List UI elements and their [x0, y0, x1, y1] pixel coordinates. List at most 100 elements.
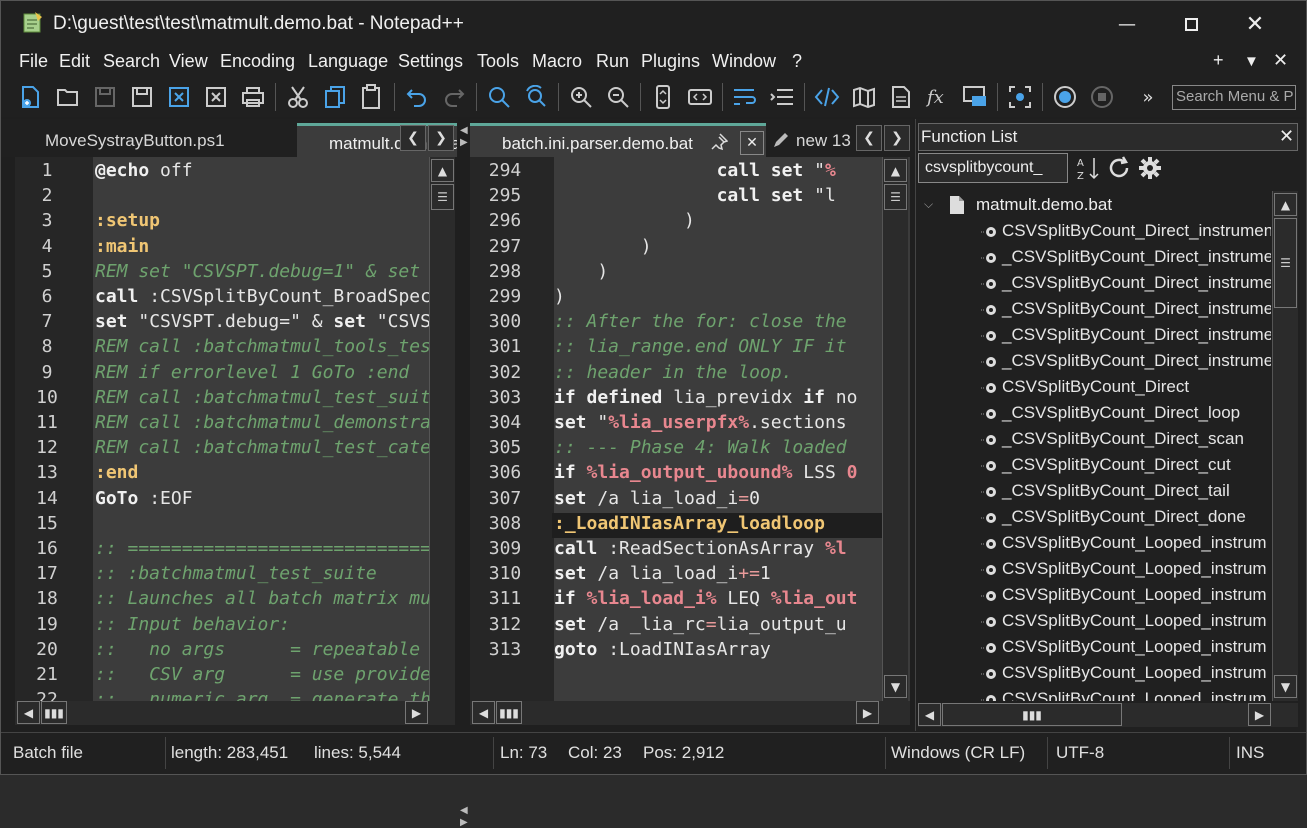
chevron-down-icon[interactable]: ⌵ — [924, 197, 933, 212]
scroll-up-button[interactable]: ▲ — [884, 159, 907, 182]
replace-button[interactable] — [521, 82, 551, 112]
function-list-vscrollbar[interactable]: ▲ ☰ ▼ — [1272, 191, 1298, 701]
cut-button[interactable] — [283, 82, 313, 112]
new-file-button[interactable] — [16, 82, 46, 112]
document-list-button[interactable] — [886, 82, 916, 112]
scroll-down-button[interactable]: ▼ — [884, 675, 907, 698]
sync-horizontal-button[interactable] — [685, 82, 715, 112]
search-menu-input[interactable]: Search Menu & P — [1172, 85, 1296, 110]
close-panel-button[interactable]: ✕ — [1279, 126, 1294, 147]
stop-macro-button[interactable] — [1087, 82, 1117, 112]
scroll-thumb[interactable]: ☰ — [431, 184, 454, 210]
find-button[interactable] — [484, 82, 514, 112]
menu-run[interactable]: Run — [596, 51, 629, 72]
function-list-item[interactable]: CSVSplitByCount_Looped_instrum — [981, 689, 1267, 701]
function-list-item[interactable]: CSVSplitByCount_Direct — [981, 377, 1189, 397]
menu-plugins[interactable]: Plugins — [641, 51, 700, 72]
function-list-item[interactable]: CSVSplitByCount_Looped_instrum — [981, 559, 1267, 579]
record-macro-button[interactable] — [1050, 82, 1080, 112]
left-editor[interactable]: 1 @echo off 2 3:setup 4:main 5 REM set "CSVSPT… — [15, 157, 455, 701]
scroll-down-button[interactable]: ▼ — [1274, 675, 1297, 698]
tab-movesystraybutton[interactable]: MoveSystrayButton.ps1 — [15, 123, 297, 157]
tab-close-button[interactable]: ✕ — [740, 131, 764, 155]
tab-list-button[interactable]: ▼ — [1244, 53, 1259, 70]
status-encoding[interactable]: UTF-8 — [1056, 743, 1104, 763]
function-list-item[interactable]: _CSVSplitByCount_Direct_instrume — [981, 351, 1271, 371]
menu-view[interactable]: View — [169, 51, 208, 72]
right-editor[interactable]: 294 call set "% 295 call set "l 296 ) 297 )… — [470, 157, 910, 701]
scroll-right-button[interactable]: ▶ — [856, 701, 879, 724]
function-list-item[interactable]: _CSVSplitByCount_Direct_instrume — [981, 299, 1271, 319]
menu-edit[interactable]: Edit — [59, 51, 90, 72]
sync-vertical-button[interactable] — [648, 82, 678, 112]
new-tab-button[interactable]: + — [1213, 50, 1224, 71]
menu-encoding[interactable]: Encoding — [220, 51, 295, 72]
function-list-item[interactable]: _CSVSplitByCount_Direct_cut — [981, 455, 1231, 475]
reload-button[interactable] — [1106, 155, 1132, 185]
function-list-item[interactable]: CSVSplitByCount_Looped_instrum — [981, 533, 1267, 553]
zoom-in-button[interactable] — [566, 82, 596, 112]
toolbar-overflow-button[interactable]: » — [1133, 82, 1163, 112]
menu-window[interactable]: Window — [712, 51, 776, 72]
menu-settings[interactable]: Settings — [398, 51, 463, 72]
scroll-up-button[interactable]: ▲ — [1274, 193, 1297, 216]
menu-search[interactable]: Search — [103, 51, 160, 72]
scroll-right-button[interactable]: ▶ — [405, 701, 428, 724]
function-list-item[interactable]: _CSVSplitByCount_Direct_instrume — [981, 247, 1271, 267]
save-all-button[interactable] — [127, 82, 157, 112]
zoom-out-button[interactable] — [603, 82, 633, 112]
close-file-button[interactable] — [164, 82, 194, 112]
print-button[interactable] — [238, 82, 268, 112]
settings-button[interactable] — [1137, 155, 1163, 185]
left-horizontal-scrollbar[interactable]: ◀ ▮▮▮ ▶ — [15, 701, 455, 725]
right-vertical-scrollbar[interactable]: ▲ ☰ ▼ — [882, 157, 908, 701]
function-list-item[interactable]: CSVSplitByCount_Looped_instrum — [981, 611, 1267, 631]
function-list-item[interactable]: _CSVSplitByCount_Direct_done — [981, 507, 1246, 527]
right-horizontal-scrollbar[interactable]: ◀ ▮▮▮ ▶ — [470, 701, 910, 725]
tab-scroll-left-button[interactable]: ❮ — [400, 125, 426, 151]
tab-scroll-right-button[interactable]: ❯ — [884, 125, 910, 151]
function-list-button[interactable]: fx — [923, 82, 953, 112]
scroll-thumb[interactable]: ☰ — [884, 184, 907, 210]
minimize-button[interactable]: — — [1100, 1, 1154, 47]
open-file-button[interactable] — [53, 82, 83, 112]
scroll-left-button[interactable]: ◀ — [17, 701, 40, 724]
tree-root-file[interactable]: matmult.demo.bat — [976, 195, 1112, 215]
sort-button[interactable]: AZ — [1076, 155, 1102, 185]
view-splitter[interactable]: ◀ ▶ ◀ ▶ — [458, 119, 470, 828]
scroll-thumb[interactable]: ▮▮▮ — [496, 701, 522, 724]
pin-icon[interactable] — [710, 133, 729, 155]
menu-help[interactable]: ? — [792, 51, 802, 72]
menu-tools[interactable]: Tools — [477, 51, 519, 72]
menu-language[interactable]: Language — [308, 51, 388, 72]
function-list-item[interactable]: _CSVSplitByCount_Direct_tail — [981, 481, 1230, 501]
scroll-thumb[interactable]: ▮▮▮ — [41, 701, 67, 724]
word-wrap-button[interactable] — [730, 82, 760, 112]
function-list-item[interactable]: CSVSplitByCount_Direct_instrumen — [981, 221, 1271, 241]
function-list-item[interactable]: _CSVSplitByCount_Direct_loop — [981, 403, 1240, 423]
paste-button[interactable] — [357, 82, 387, 112]
status-eol-format[interactable]: Windows (CR LF) — [891, 743, 1025, 763]
function-list-item[interactable]: CSVSplitByCount_Looped_instrum — [981, 585, 1267, 605]
tab-scroll-right-button[interactable]: ❯ — [428, 125, 454, 151]
folder-workspace-button[interactable] — [960, 82, 990, 112]
function-tree[interactable]: ⌵ matmult.demo.bat CSVSplitByCount_Direc… — [916, 191, 1271, 701]
function-list-item[interactable]: CSVSplitByCount_Looped_instrum — [981, 663, 1267, 683]
menu-file[interactable]: File — [19, 51, 48, 72]
function-list-item[interactable]: _CSVSplitByCount_Direct_instrume — [981, 273, 1271, 293]
function-filter-input[interactable]: csvsplitbycount_ — [918, 153, 1068, 183]
monitoring-button[interactable] — [1005, 82, 1035, 112]
tab-scroll-left-button[interactable]: ❮ — [856, 125, 882, 151]
scroll-thumb[interactable]: ▮▮▮ — [942, 703, 1122, 726]
function-list-item[interactable]: CSVSplitByCount_Looped_instrum — [981, 637, 1267, 657]
copy-button[interactable] — [320, 82, 350, 112]
tab-new-13[interactable]: new 13 — [796, 123, 856, 157]
user-language-button[interactable] — [812, 82, 842, 112]
undo-button[interactable] — [402, 82, 432, 112]
scroll-up-button[interactable]: ▲ — [431, 159, 454, 182]
status-insert-mode[interactable]: INS — [1236, 743, 1264, 763]
menu-macro[interactable]: Macro — [532, 51, 582, 72]
maximize-button[interactable] — [1164, 1, 1218, 47]
save-button[interactable] — [90, 82, 120, 112]
close-window-button[interactable]: ✕ — [1228, 1, 1282, 47]
